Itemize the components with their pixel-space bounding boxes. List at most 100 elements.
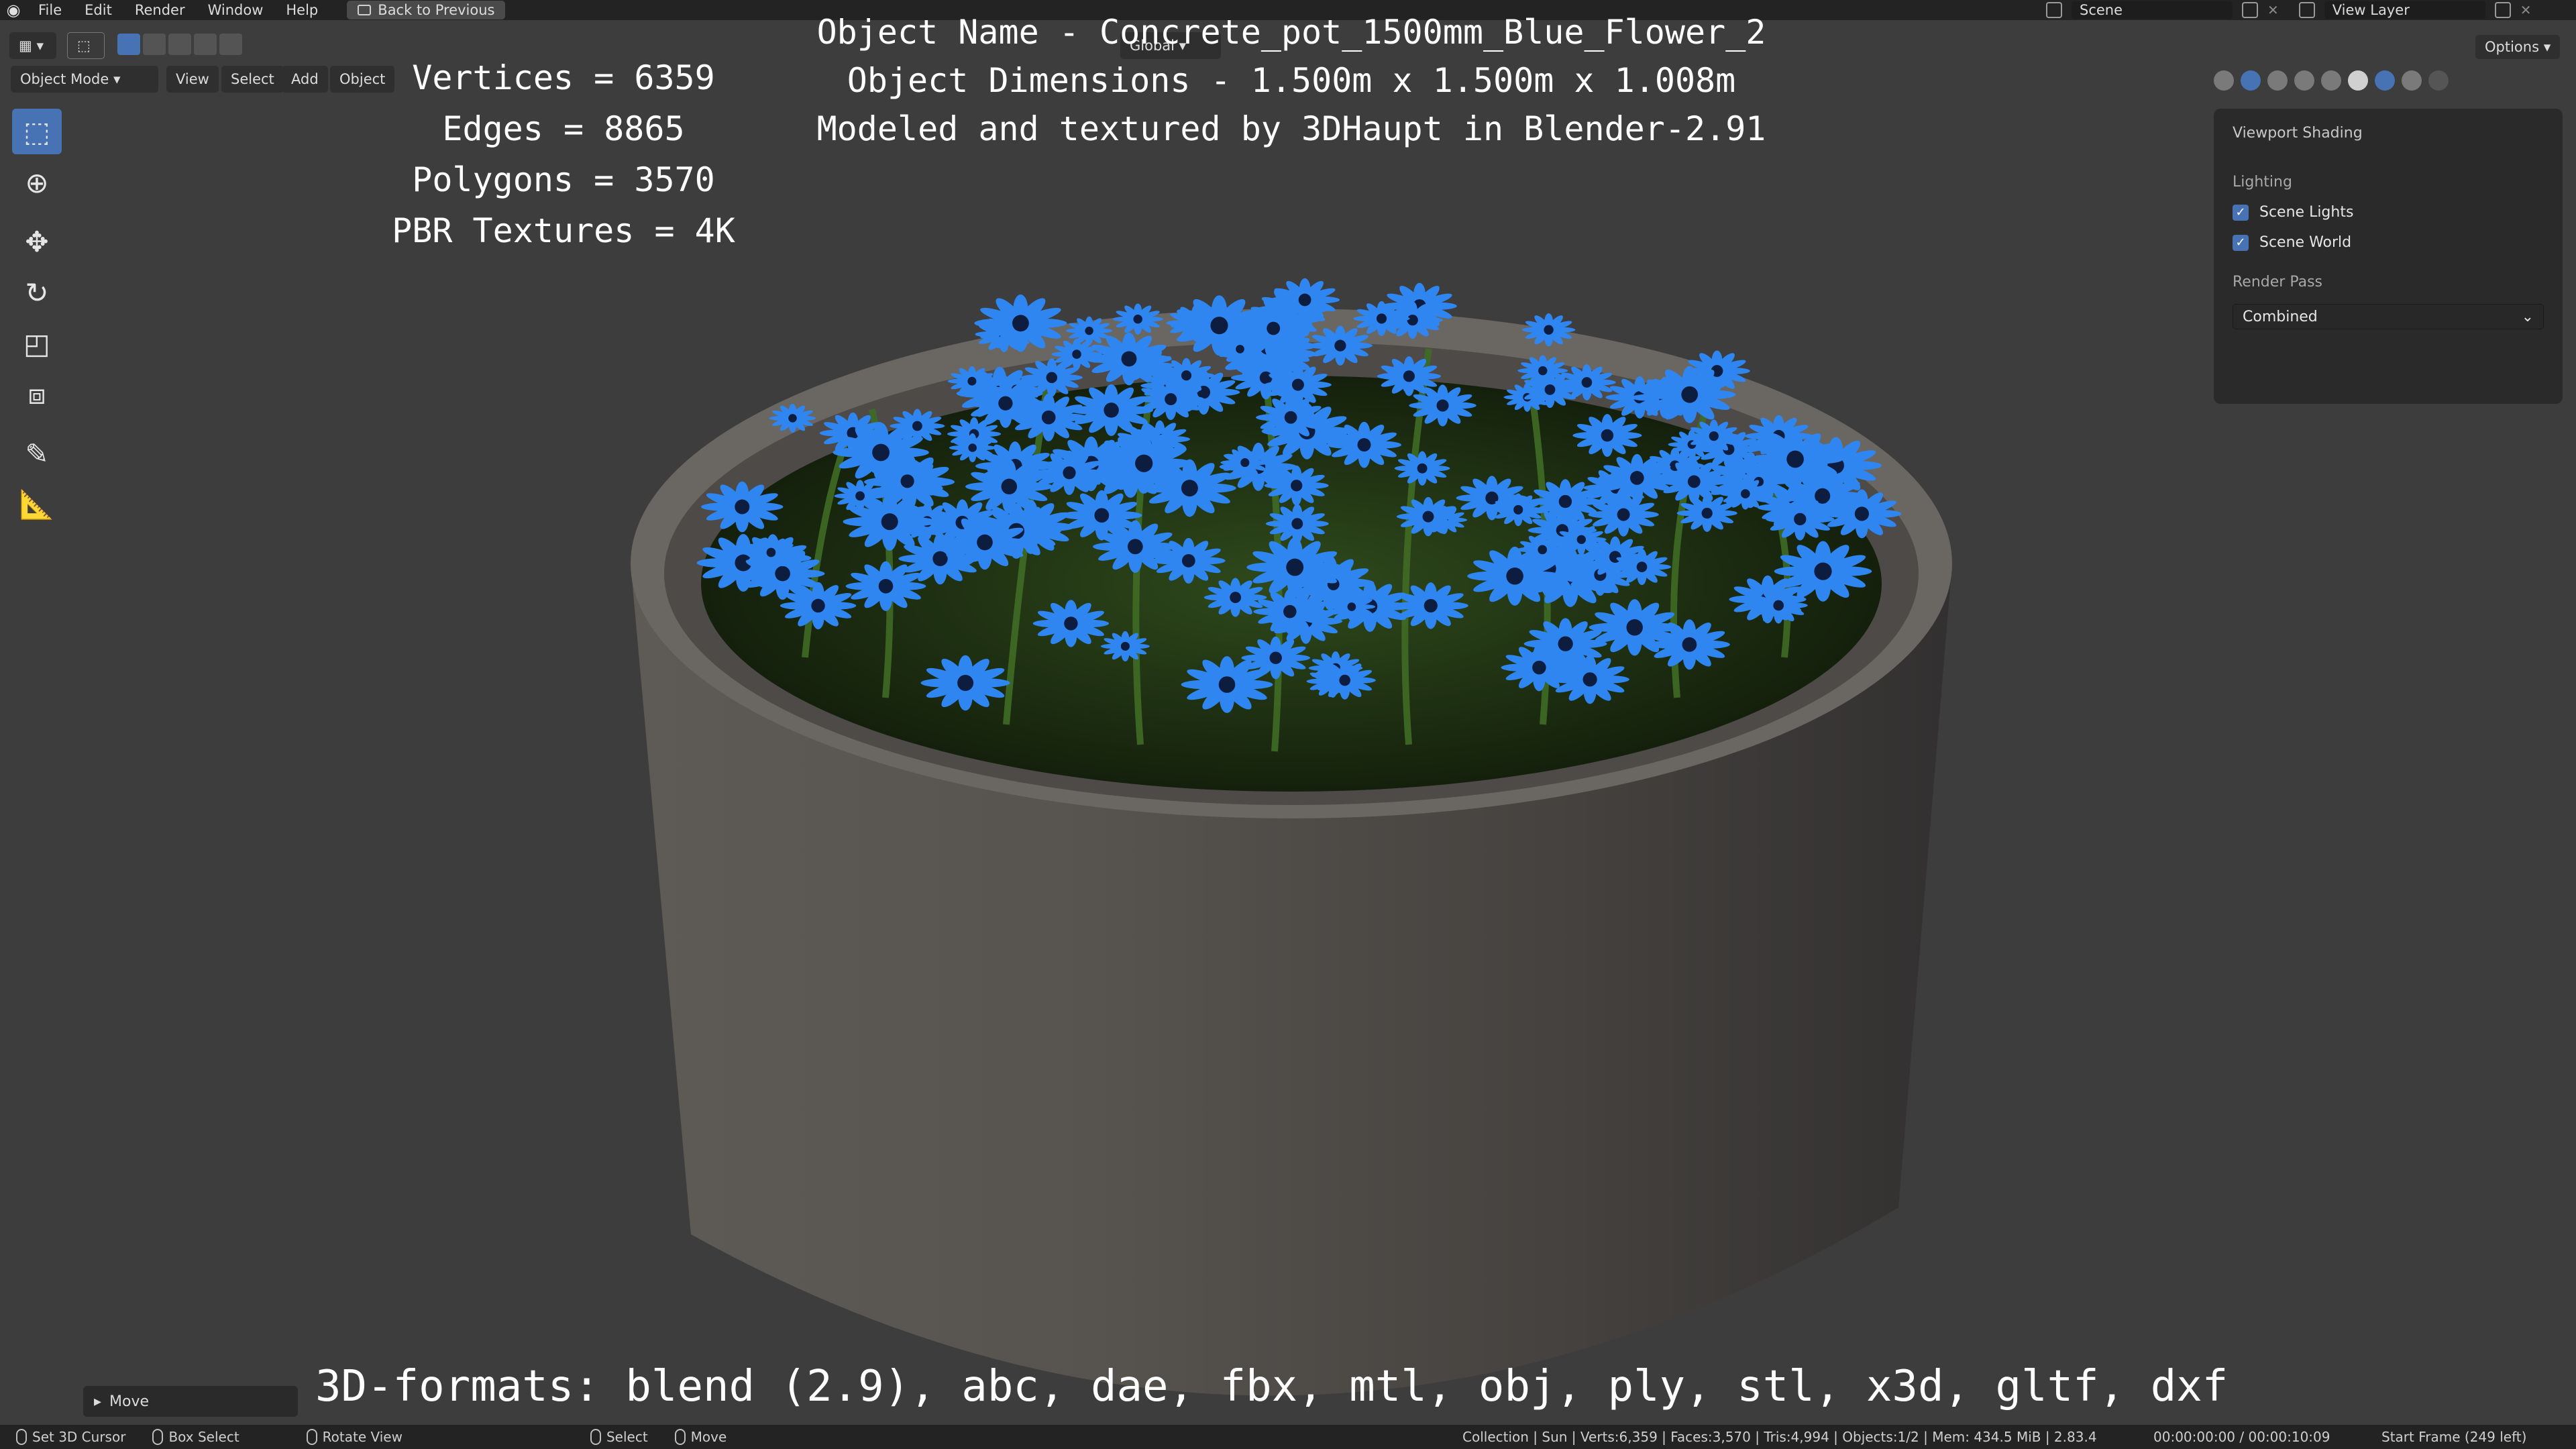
editor-type-button[interactable]: ▦ ▾: [9, 32, 56, 59]
status-select-label: Select: [606, 1429, 648, 1445]
blender-logo-icon[interactable]: ◉: [0, 0, 27, 20]
menu-window[interactable]: Window: [197, 0, 275, 20]
menu-help[interactable]: Help: [274, 0, 329, 20]
annotate-icon[interactable]: ✎: [12, 431, 62, 476]
edges-stat: Edges = 8865: [442, 109, 685, 148]
concrete-pot-render: [631, 278, 1952, 1396]
textures-stat: PBR Textures = 4K: [392, 211, 735, 250]
check-icon: ✓: [2233, 234, 2249, 251]
view-layer-icon[interactable]: [2298, 2, 2315, 18]
selection-mode-group: [117, 34, 242, 55]
scene-lights-label: Scene Lights: [2259, 204, 2354, 221]
rotate-icon[interactable]: ↻: [12, 270, 62, 315]
menu-view[interactable]: View: [166, 66, 219, 93]
tool-shelf: ⬚ ⊕ ✥ ↻ ◰ ⧈ ✎ 📐: [12, 109, 64, 533]
status-bar: Set 3D Cursor Box Select Rotate View Sel…: [0, 1425, 2576, 1449]
panel-title: Viewport Shading: [2233, 125, 2363, 142]
last-operator-panel[interactable]: ▸ Move: [83, 1386, 298, 1417]
back-to-previous-button[interactable]: Back to Previous: [347, 1, 506, 19]
xray-icon[interactable]: [2294, 70, 2314, 91]
start-frame: Start Frame (249 left): [2381, 1429, 2527, 1445]
move-icon[interactable]: ✥: [12, 219, 62, 264]
render-pass-value: Combined: [2243, 308, 2318, 325]
formats-overlay: 3D-formats: blend (2.9), abc, dae, fbx, …: [315, 1362, 2229, 1411]
scene-icon[interactable]: [2046, 2, 2062, 18]
render-pass-label: Render Pass: [2233, 274, 2322, 290]
status-set-cursor-label: Set 3D Cursor: [32, 1429, 126, 1445]
new-view-layer-icon[interactable]: [2494, 2, 2511, 18]
scene-statistics: Collection | Sun | Verts:6,359 | Faces:3…: [1462, 1429, 2097, 1445]
mouse-middle-icon: [306, 1429, 317, 1445]
vertices-stat: Vertices = 6359: [412, 58, 715, 97]
mouse-left-icon: [16, 1429, 27, 1445]
status-box-select-label: Box Select: [168, 1429, 239, 1445]
wireframe-shading-icon[interactable]: [2321, 70, 2341, 91]
mouse-drag-icon: [674, 1429, 686, 1445]
status-rotate-view: Rotate View: [306, 1429, 402, 1445]
status-move-label: Move: [690, 1429, 727, 1445]
shading-mode-icons: [2214, 67, 2449, 94]
viewport-shading-popover: Viewport Shading Lighting ✓ Scene Lights…: [2214, 109, 2563, 404]
select-new-icon[interactable]: [117, 34, 140, 55]
status-rotate-view-label: Rotate View: [322, 1429, 402, 1445]
new-scene-icon[interactable]: [2242, 2, 2258, 18]
menu-render[interactable]: Render: [123, 0, 197, 20]
object-dimensions-text: Object Dimensions - 1.500m x 1.500m x 1.…: [847, 61, 1736, 100]
scene-world-label: Scene World: [2259, 234, 2352, 251]
status-set-cursor: Set 3D Cursor: [16, 1429, 125, 1445]
chevron-down-icon: ⌄: [2521, 308, 2534, 325]
rendered-shading-icon[interactable]: [2402, 70, 2422, 91]
measure-icon[interactable]: 📐: [12, 482, 62, 527]
polygons-stat: Polygons = 3570: [412, 160, 715, 199]
overlay-icon[interactable]: [2267, 70, 2288, 91]
mesh-stats-overlay: Vertices = 6359 Edges = 8865 Polygons = …: [376, 52, 751, 256]
visibility-icon[interactable]: [2214, 70, 2234, 91]
status-move: Move: [674, 1429, 727, 1445]
select-box-icon[interactable]: ⬚: [12, 109, 62, 154]
scale-icon[interactable]: ◰: [12, 321, 62, 366]
shading-dropdown-icon[interactable]: [2428, 70, 2449, 91]
gizmo-icon[interactable]: [2241, 70, 2261, 91]
view-layer-field[interactable]: View Layer: [2324, 1, 2485, 19]
options-dropdown[interactable]: Options ▾: [2475, 35, 2561, 59]
scene-selector-area: Scene ✕ View Layer ✕: [2046, 0, 2532, 20]
select-subtract-icon[interactable]: [168, 34, 191, 55]
scene-name: Scene: [2080, 2, 2123, 18]
menu-file[interactable]: File: [27, 0, 73, 20]
transform-icon[interactable]: ⧈: [12, 372, 62, 417]
solid-shading-icon[interactable]: [2348, 70, 2368, 91]
menu-edit[interactable]: Edit: [73, 0, 123, 20]
chevron-right-icon: ▸: [94, 1393, 102, 1410]
scene-world-checkbox[interactable]: ✓ Scene World: [2233, 234, 2544, 251]
object-name-text: Object Name - Concrete_pot_1500mm_Blue_F…: [816, 13, 1766, 52]
cursor-icon[interactable]: ⊕: [12, 160, 62, 205]
menu-select[interactable]: Select: [221, 66, 284, 93]
remove-scene-icon[interactable]: ✕: [2267, 2, 2279, 18]
menu-add[interactable]: Add: [282, 66, 328, 93]
move-panel-label: Move: [109, 1393, 150, 1410]
select-invert-icon[interactable]: [194, 34, 217, 55]
select-extend-icon[interactable]: [143, 34, 166, 55]
select-intersect-icon[interactable]: [219, 34, 242, 55]
mouse-right-icon: [590, 1429, 601, 1445]
material-preview-shading-icon[interactable]: [2375, 70, 2395, 91]
status-box-select: Box Select: [152, 1429, 239, 1445]
check-icon: ✓: [2233, 204, 2249, 221]
remove-view-layer-icon[interactable]: ✕: [2520, 2, 2532, 18]
render-pass-dropdown[interactable]: Combined ⌄: [2233, 304, 2544, 329]
timecode: 00:00:00:00 / 00:00:10:09: [2153, 1429, 2330, 1445]
scene-field[interactable]: Scene: [2072, 1, 2233, 19]
tool-select-icon[interactable]: ⬚: [67, 32, 105, 59]
object-info-overlay: Object Name - Concrete_pot_1500mm_Blue_F…: [771, 8, 1811, 153]
mode-label: Object Mode: [20, 71, 109, 87]
screen-icon: [358, 5, 372, 15]
scene-lights-checkbox[interactable]: ✓ Scene Lights: [2233, 204, 2544, 221]
view-layer-name: View Layer: [2332, 2, 2410, 18]
mouse-drag-icon: [152, 1429, 164, 1445]
lighting-label: Lighting: [2233, 174, 2292, 191]
back-to-previous-label: Back to Previous: [378, 2, 495, 18]
object-mode-dropdown[interactable]: Object Mode ▾: [11, 66, 158, 93]
credits-text: Modeled and textured by 3DHaupt in Blend…: [816, 109, 1766, 148]
viewport-3d-object[interactable]: [604, 188, 1986, 1409]
status-select: Select: [590, 1429, 648, 1445]
